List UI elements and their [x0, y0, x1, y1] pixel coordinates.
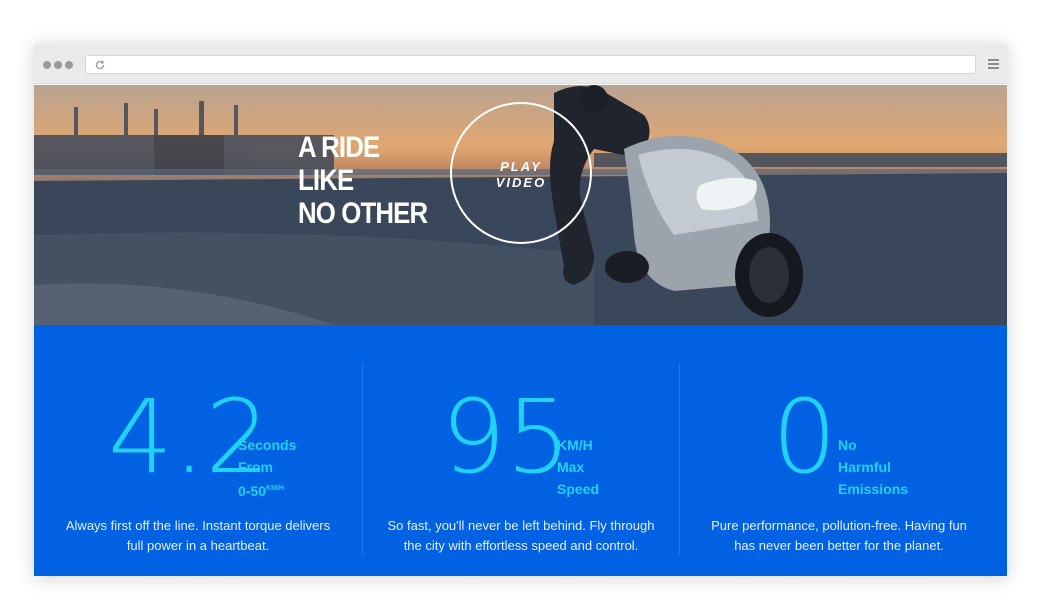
stat-label-line: Speed — [557, 481, 600, 497]
stat-description: So fast, you'll never be left behind. Fl… — [363, 516, 679, 556]
hero-headline-line-2: LIKE — [298, 164, 354, 197]
play-video-label-line-1: PLAY — [500, 159, 542, 174]
stat-top-speed: 95 KM/H Max Speed So fast, you'll never … — [363, 325, 679, 576]
hero-headline-line-1: A RIDE — [298, 131, 380, 164]
stat-label-line: 0-50 — [238, 483, 267, 499]
stat-description-line: Always first off the line. Instant torqu… — [65, 518, 331, 533]
stat-description: Always first off the line. Instant torqu… — [48, 516, 348, 556]
play-video-label-line-2: VIDEO — [495, 175, 547, 190]
stat-label-line: Emissions — [838, 481, 909, 497]
stat-value: 0 — [772, 378, 837, 497]
hamburger-menu-icon[interactable] — [988, 59, 999, 70]
stat-value: 95 — [441, 378, 571, 497]
stats-section: 4.2 Seconds From 0-50KM/H Always first o… — [34, 325, 1007, 576]
stat-description-line: Pure performance, pollution-free. Having… — [711, 518, 967, 533]
stat-label-line: Harmful — [838, 459, 891, 475]
window-controls — [43, 61, 73, 69]
stat-description-line: the city with effortless speed and contr… — [403, 538, 639, 553]
reload-icon[interactable] — [94, 59, 106, 71]
window-dot-maximize[interactable] — [65, 61, 73, 69]
address-bar[interactable] — [85, 55, 976, 74]
hero-headline-line-3: NO OTHER — [298, 197, 428, 230]
stat-emissions: 0 No Harmful Emissions Pure performance,… — [680, 325, 1007, 576]
stat-acceleration: 4.2 Seconds From 0-50KM/H Always first o… — [34, 325, 362, 576]
stat-label: KM/H Max Speed — [557, 434, 599, 500]
stat-label-line: Seconds — [238, 437, 297, 453]
stat-description-line: So fast, you'll never be left behind. Fl… — [387, 518, 655, 533]
stat-label: Seconds From 0-50KM/H — [238, 434, 296, 502]
stat-label: No Harmful Emissions — [838, 434, 908, 500]
hero-headline: A RIDE LIKE NO OTHER — [298, 131, 428, 230]
browser-window: A RIDE LIKE NO OTHER PLAY VIDEO 4.2 Seco… — [34, 44, 1007, 576]
browser-toolbar — [34, 44, 1007, 84]
stat-label-unit: KM/H — [266, 485, 284, 492]
stat-label-line: From — [238, 459, 273, 475]
play-video-button[interactable]: PLAY VIDEO — [450, 102, 592, 244]
stat-description-line: full power in a heartbeat. — [126, 538, 270, 553]
window-dot-minimize[interactable] — [54, 61, 62, 69]
hero-banner: A RIDE LIKE NO OTHER PLAY VIDEO — [34, 85, 1007, 325]
stat-label-line: KM/H — [557, 437, 593, 453]
stat-label-line: No — [838, 437, 857, 453]
stat-description: Pure performance, pollution-free. Having… — [686, 516, 992, 556]
window-dot-close[interactable] — [43, 61, 51, 69]
stat-label-line: Max — [557, 459, 585, 475]
stat-description-line: has never been better for the planet. — [734, 538, 944, 553]
play-video-label: PLAY VIDEO — [452, 159, 590, 191]
